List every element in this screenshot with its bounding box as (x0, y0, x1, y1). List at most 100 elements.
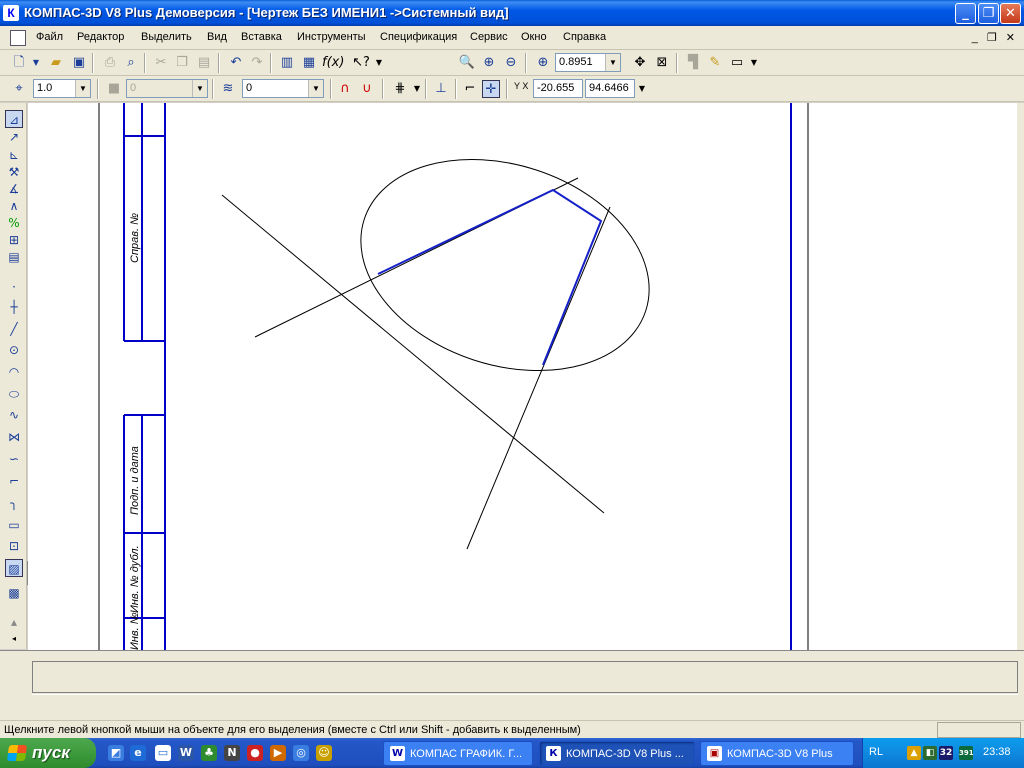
outlook-icon[interactable]: ▭ (155, 745, 171, 761)
chamfer-tool-icon[interactable]: ⌐ (5, 472, 23, 490)
menu-file[interactable]: Файл (36, 31, 63, 43)
document-icon[interactable] (10, 30, 26, 46)
view-state-field[interactable]: 0 ▼ (126, 79, 208, 98)
fill-tool-icon[interactable]: ▩ (5, 584, 23, 602)
highlighted-contour[interactable] (377, 188, 603, 366)
specification-tab-icon[interactable]: ▤ (5, 248, 23, 266)
spline-tool-icon[interactable]: ∿ (5, 406, 23, 424)
geometry-tab-icon[interactable]: ⊿ (5, 110, 23, 128)
app-quicklaunch-icon[interactable]: N (224, 745, 240, 761)
language-indicator[interactable]: RL (869, 746, 883, 758)
zoom-window-icon[interactable]: 🔍 (458, 54, 476, 72)
ellipse-tool-icon[interactable]: ⬭ (5, 385, 23, 403)
menu-edit[interactable]: Редактор (77, 31, 124, 43)
help-dropdown-icon[interactable]: ▼ (370, 54, 388, 72)
panel-scroll-icon[interactable]: ◂ (5, 630, 23, 648)
print-preview-icon[interactable]: ⌕ (122, 54, 140, 72)
grid-icon[interactable]: ⋕ (391, 80, 409, 98)
tray-meter-icon[interactable]: 391 (959, 746, 974, 760)
coord-x-field[interactable]: -20.655 (533, 79, 583, 98)
zoom-scale-field[interactable]: 0.8951 ▼ (555, 53, 621, 72)
media-player-icon[interactable]: ▶ (270, 745, 286, 761)
local-snap-icon[interactable]: ∪ (358, 80, 376, 98)
symbols-tab-icon[interactable]: ⊾ (5, 146, 23, 164)
menu-help[interactable]: Справка (563, 31, 606, 43)
select-tab-icon[interactable]: % (5, 214, 23, 232)
clock[interactable]: 23:38 (983, 746, 1011, 758)
panel-scroll-up-icon[interactable]: ▴ (5, 613, 23, 631)
zoom-out-icon[interactable]: ⊖ (502, 54, 520, 72)
search-quicklaunch-icon[interactable]: ◎ (293, 745, 309, 761)
polyline-tool-icon[interactable]: ⋈ (5, 428, 23, 446)
ellipse-shape[interactable] (333, 124, 676, 406)
new-dropdown-icon[interactable]: ▼ (27, 54, 45, 72)
properties-icon[interactable]: ✎ (706, 54, 724, 72)
rectangle-tool-icon[interactable]: ▭ (5, 516, 23, 534)
measure-tab-icon[interactable]: ∧ (5, 197, 23, 215)
chevron-down-icon[interactable]: ▼ (192, 80, 207, 97)
word-icon[interactable]: W (178, 745, 194, 761)
tray-network-icon[interactable]: ◧ (923, 746, 937, 760)
circle-tool-icon[interactable]: ⊙ (5, 341, 23, 359)
layers-icon[interactable]: ≋ (219, 80, 237, 98)
edit-tab-icon[interactable]: ⚒ (5, 163, 23, 181)
menu-view[interactable]: Вид (207, 31, 227, 43)
undo-icon[interactable]: ↶ (227, 54, 245, 72)
menu-insert[interactable]: Вставка (241, 31, 282, 43)
library-icon[interactable]: ▦ (300, 54, 318, 72)
app-icon[interactable]: К (3, 5, 19, 21)
variables-fx-icon[interactable]: f(x) (322, 54, 344, 72)
menu-specification[interactable]: Спецификация (380, 31, 457, 43)
coord-y-field[interactable]: 94.6466 (585, 79, 635, 98)
help-pointer-icon[interactable]: ↖? (352, 54, 370, 72)
start-button[interactable]: пуск (0, 738, 96, 768)
save-icon[interactable]: ▣ (70, 54, 88, 72)
messenger-icon[interactable]: ♣ (201, 745, 217, 761)
panel-display-icon[interactable]: ▭ (728, 54, 746, 72)
segment-tool-icon[interactable]: ╱ (5, 320, 23, 338)
chevron-down-icon[interactable]: ▼ (308, 80, 323, 97)
coord-dropdown-icon[interactable]: ▼ (633, 80, 651, 98)
redraw-icon[interactable]: ▜ (684, 54, 702, 72)
bezier-tool-icon[interactable]: ∽ (5, 450, 23, 468)
chevron-down-icon[interactable]: ▼ (605, 54, 620, 71)
show-all-icon[interactable]: ⊠ (653, 54, 671, 72)
arc-tool-icon[interactable]: ◠ (5, 363, 23, 381)
manager-icon[interactable]: ▥ (278, 54, 296, 72)
tray-app-icon[interactable]: ▲ (907, 746, 921, 760)
cursor-step-icon[interactable]: ⌖ (10, 80, 28, 98)
redo-icon[interactable]: ↷ (248, 54, 266, 72)
tray-badge-icon[interactable]: 32 (939, 746, 953, 760)
dimensions-tab-icon[interactable]: ↗ (5, 128, 23, 146)
menu-window[interactable]: Окно (521, 31, 547, 43)
menu-service[interactable]: Сервис (470, 31, 508, 43)
title-bar[interactable]: К КОМПАС-3D V8 Plus Демоверсия - [Чертеж… (0, 0, 1024, 26)
zoom-scale-icon[interactable]: ⊕ (534, 54, 552, 72)
parametrization-tab-icon[interactable]: ∡ (5, 180, 23, 198)
cursor-step-field[interactable]: 1.0 ▼ (33, 79, 91, 98)
zoom-in-icon[interactable]: ⊕ (480, 54, 498, 72)
tool-quicklaunch-icon[interactable]: ☺ (316, 745, 332, 761)
grid-dropdown-icon[interactable]: ▼ (408, 80, 426, 98)
mdi-window-controls[interactable]: _ ❐ ✕ (972, 31, 1018, 44)
open-folder-icon[interactable]: ▰ (47, 54, 65, 72)
snap-magnet-icon[interactable]: ∩ (336, 80, 354, 98)
chevron-down-icon[interactable]: ▼ (75, 80, 90, 97)
internet-explorer-icon[interactable]: e (130, 745, 146, 761)
task-button-kompas[interactable]: ▣ КОМПАС-3D V8 Plus (700, 741, 854, 766)
drawing-canvas[interactable]: Справ. № Подп. и дата Инв. № дубл. Инв. … (28, 103, 1024, 650)
menu-select[interactable]: Выделить (141, 31, 192, 43)
menu-tools[interactable]: Инструменты (297, 31, 366, 43)
fillet-tool-icon[interactable]: ╮ (5, 494, 23, 512)
pan-icon[interactable]: ✥ (631, 54, 649, 72)
new-document-icon[interactable]: 🗋 (10, 54, 28, 72)
opera-icon[interactable]: ● (247, 745, 263, 761)
layer-field[interactable]: 0 ▼ (242, 79, 324, 98)
hatch-tool-icon[interactable]: ▨ (5, 559, 23, 577)
parametric-mode-icon[interactable]: ✛ (482, 80, 500, 98)
show-desktop-icon[interactable]: ◩ (108, 745, 124, 761)
auxiliary-line[interactable] (466, 206, 611, 550)
associative-views-tab-icon[interactable]: ⊞ (5, 231, 23, 249)
task-button-kompas-active[interactable]: К КОМПАС-3D V8 Plus ... (539, 741, 695, 766)
ortho-mode-icon[interactable]: ⌐ (461, 80, 479, 98)
